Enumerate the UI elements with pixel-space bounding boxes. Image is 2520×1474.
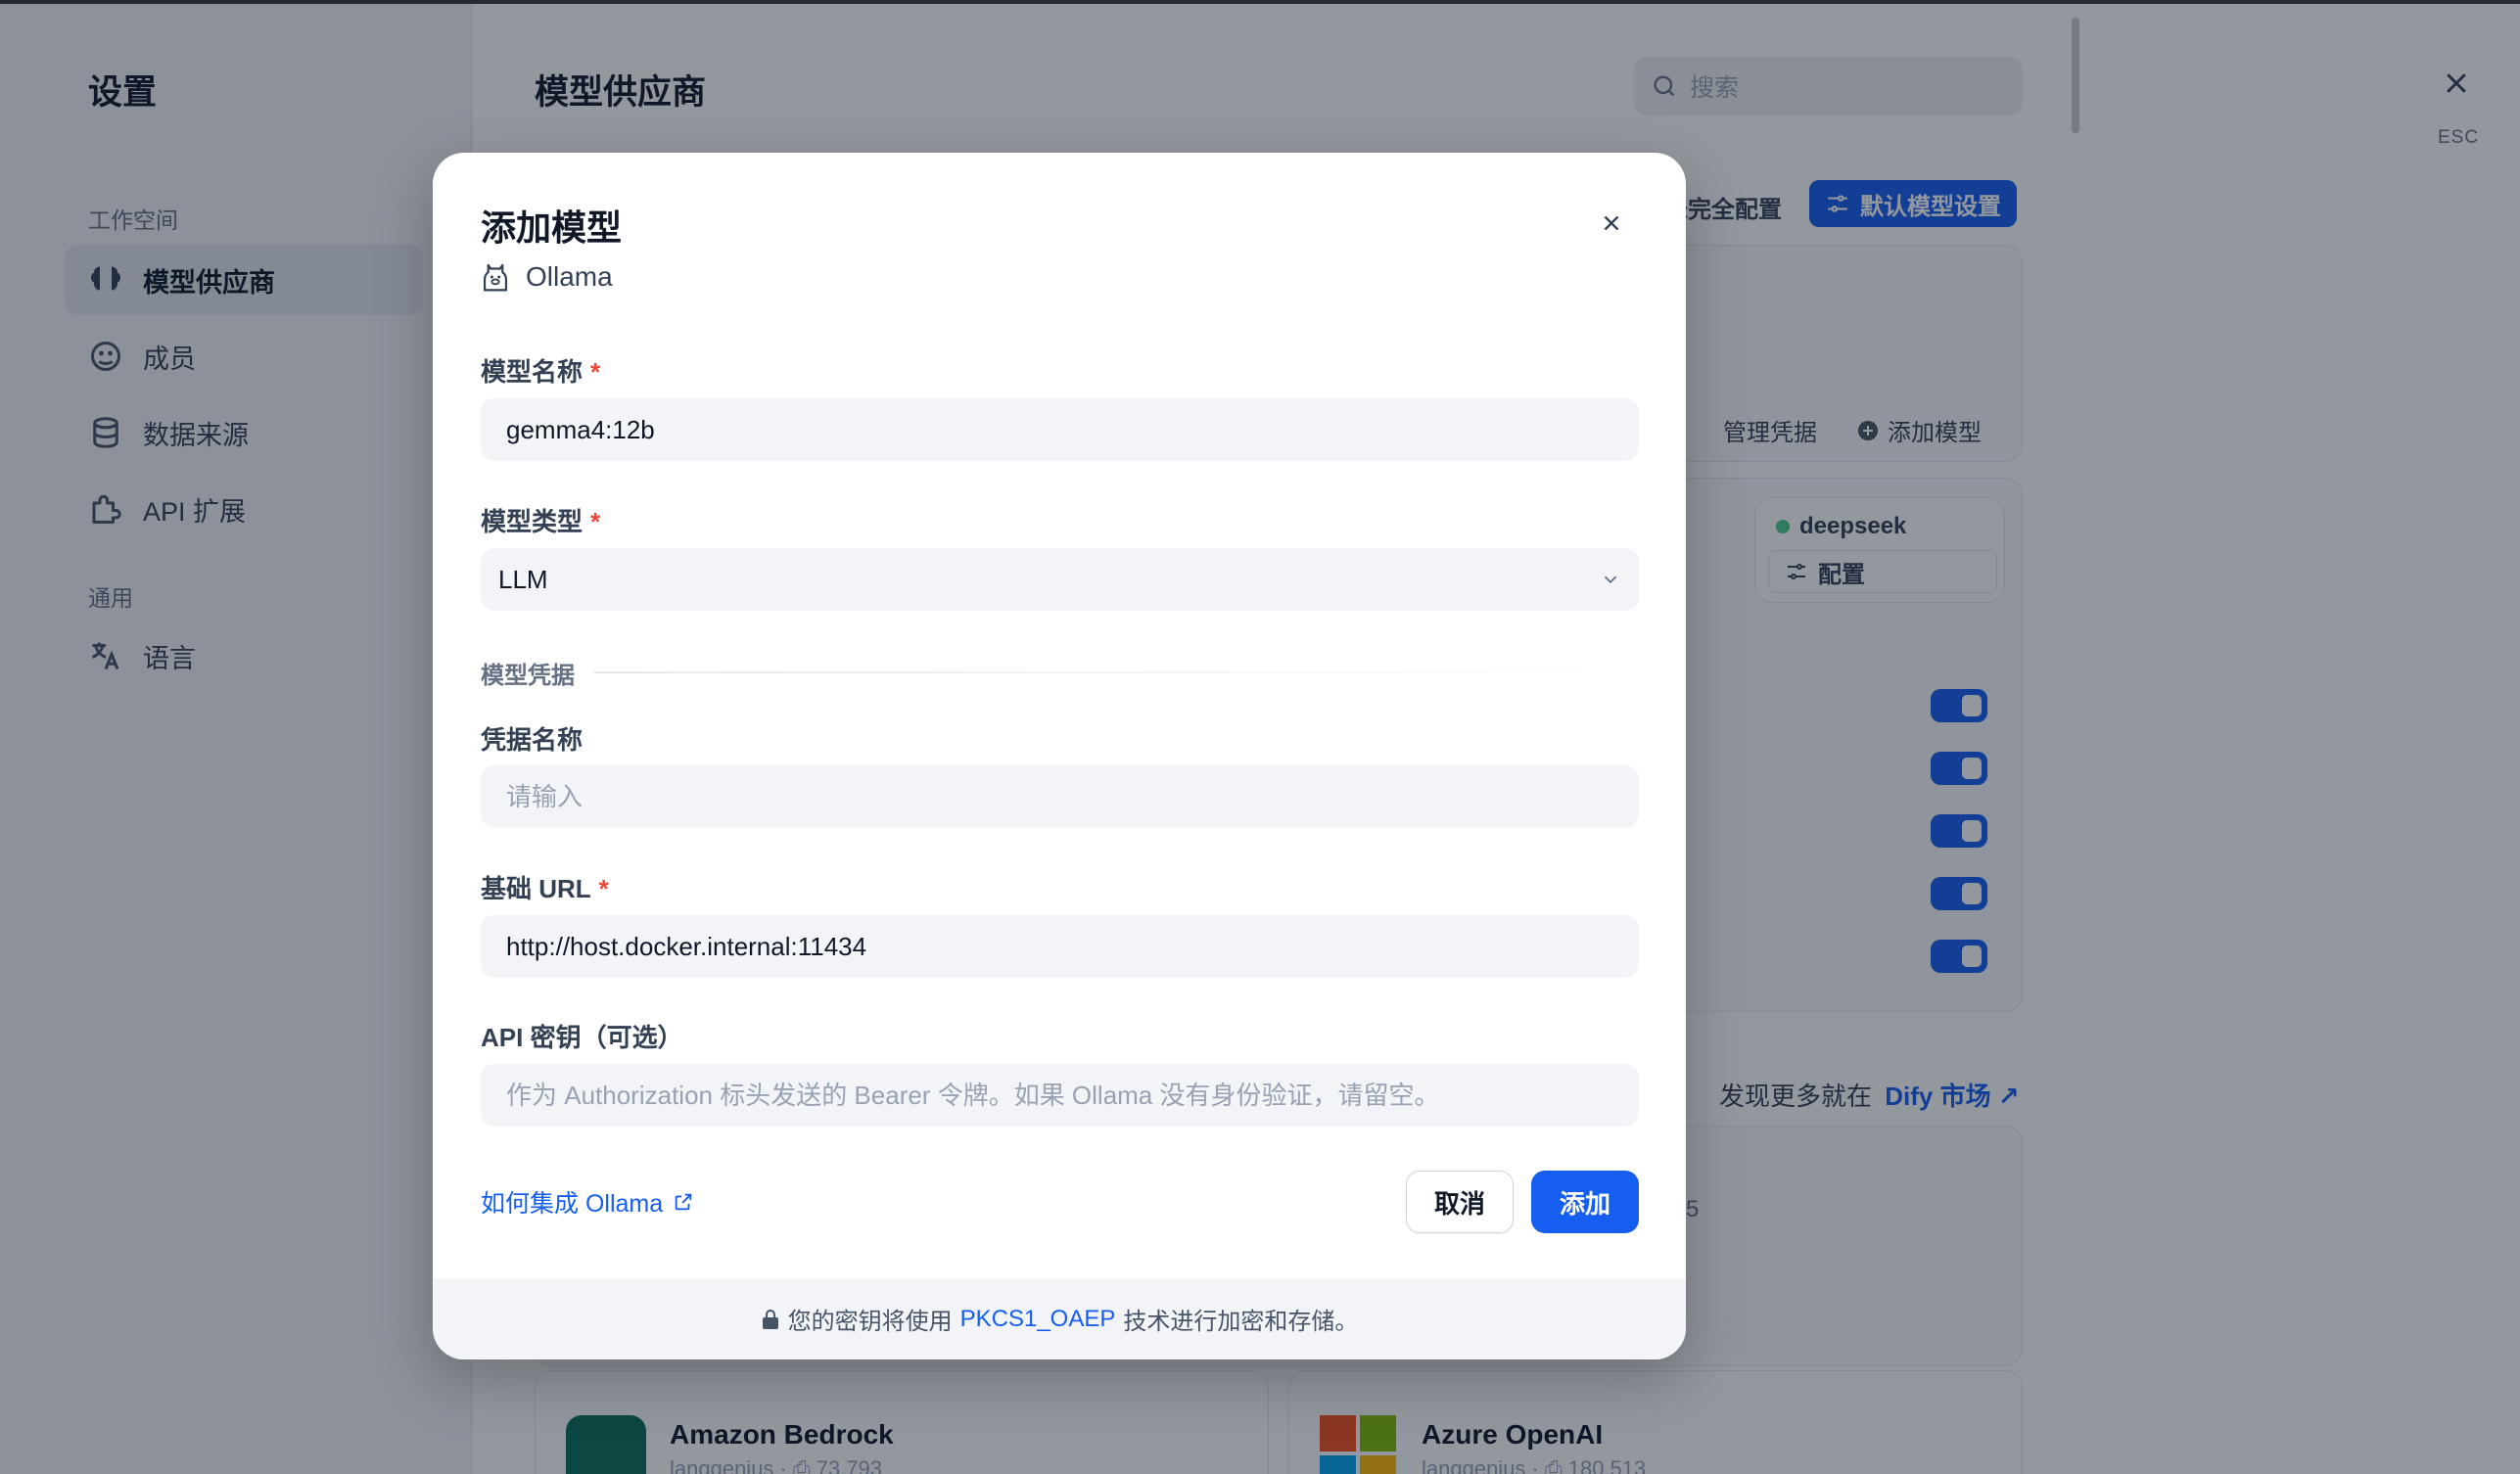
model-name-label: 模型名称 * xyxy=(481,352,600,389)
model-name-input[interactable] xyxy=(481,398,1639,461)
model-type-value: LLM xyxy=(498,564,548,594)
dialog-close-button[interactable] xyxy=(1594,206,1629,241)
encryption-notice: 您的密钥将使用 PKCS1_OAEP 技术进行加密和存储。 xyxy=(433,1278,1686,1359)
required-marker: * xyxy=(590,507,601,536)
dialog-title: 添加模型 xyxy=(481,207,623,248)
base-url-label: 基础 URL * xyxy=(481,869,609,905)
notice-prefix: 您的密钥将使用 xyxy=(787,1309,953,1335)
notice-suffix: 技术进行加密和存储。 xyxy=(1123,1309,1359,1335)
close-icon xyxy=(1604,215,1619,231)
required-marker: * xyxy=(590,357,601,387)
section-divider xyxy=(594,671,1652,673)
chevron-down-icon xyxy=(1604,576,1617,584)
credential-name-input[interactable] xyxy=(481,765,1639,828)
encryption-method-link[interactable]: PKCS1_OAEP xyxy=(960,1306,1116,1333)
provider-name: Ollama xyxy=(526,261,613,292)
model-type-label: 模型类型 * xyxy=(481,502,600,538)
api-key-label: API 密钥（可选） xyxy=(481,1023,683,1052)
add-button[interactable]: 添加 xyxy=(1531,1171,1639,1233)
integration-help-link[interactable]: 如何集成 Ollama xyxy=(481,1184,694,1220)
provider-info: Ollama xyxy=(481,260,613,294)
api-key-input[interactable] xyxy=(481,1064,1639,1127)
lock-icon xyxy=(762,1309,778,1329)
model-type-select[interactable]: LLM xyxy=(481,548,1639,611)
required-marker: * xyxy=(598,874,609,903)
add-model-dialog: 添加模型 Ollama 模型名称* 模型类型* LLM 模型凭据 凭据名称 基础… xyxy=(433,153,1686,1359)
model-name-label-text: 模型名称 xyxy=(481,357,583,387)
cancel-button[interactable]: 取消 xyxy=(1406,1171,1514,1233)
base-url-input[interactable] xyxy=(481,915,1639,978)
external-link-icon xyxy=(675,1193,692,1211)
credentials-section-title: 模型凭据 xyxy=(481,663,575,689)
base-url-label-text: 基础 URL xyxy=(481,874,591,903)
credential-name-label: 凭据名称 xyxy=(481,725,583,755)
ollama-icon xyxy=(483,263,508,292)
model-type-label-text: 模型类型 xyxy=(481,507,583,536)
help-link-label: 如何集成 Ollama xyxy=(481,1190,664,1218)
